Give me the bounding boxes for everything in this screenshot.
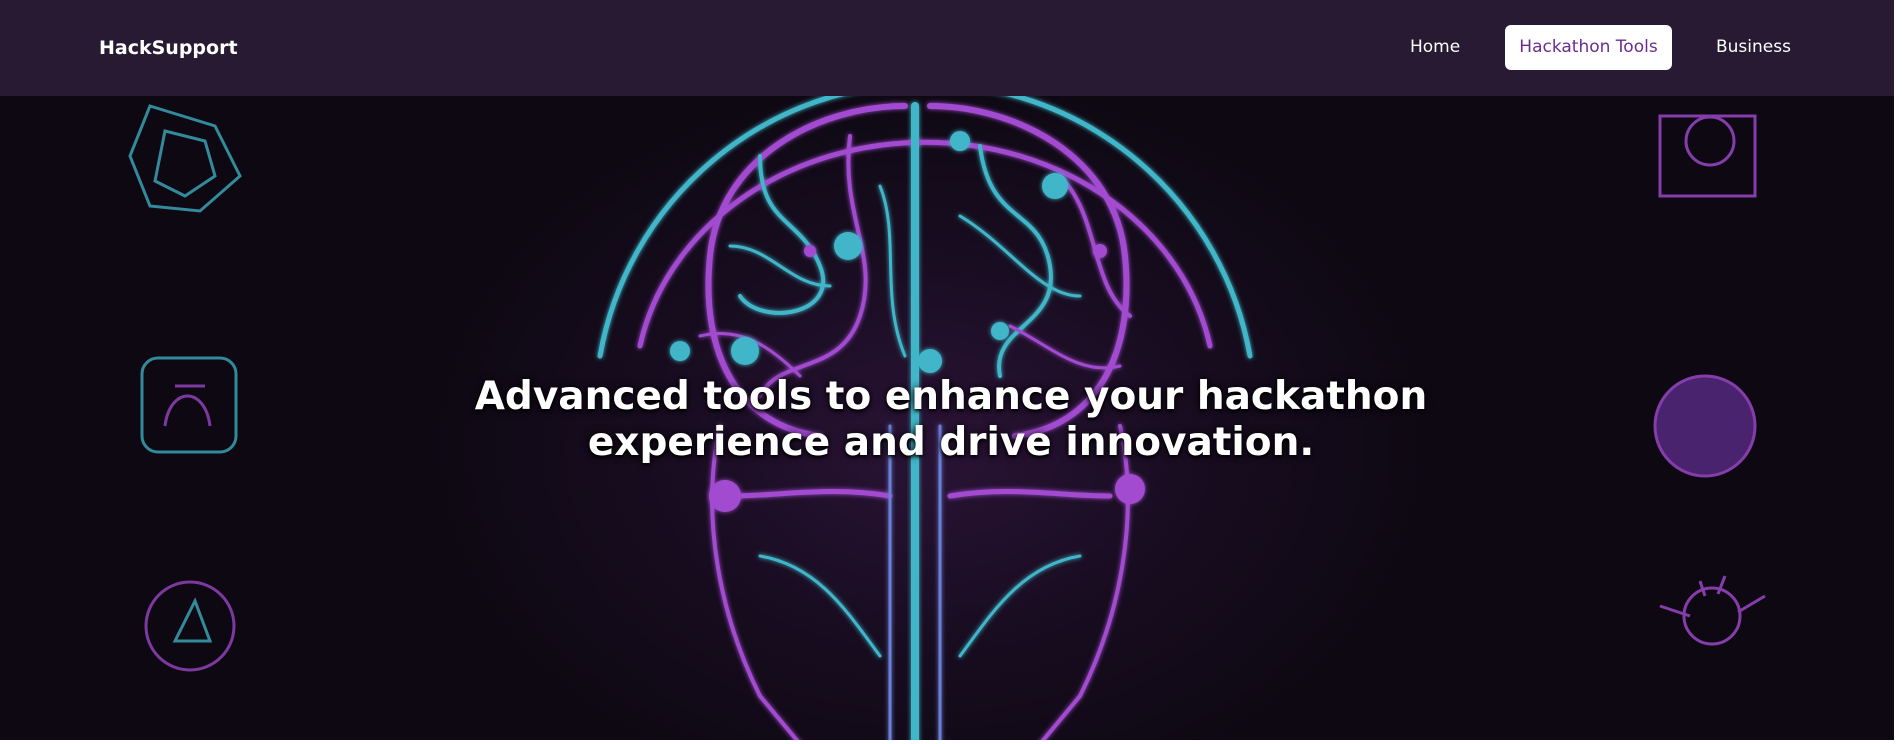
nav-home[interactable]: Home <box>1410 25 1460 70</box>
hero-section: Advanced tools to enhance your hackathon… <box>0 96 1902 744</box>
page-bottom-edge <box>0 740 1902 744</box>
hero-title-line-2: experience and drive innovation. <box>587 420 1315 465</box>
nav-business[interactable]: Business <box>1716 25 1791 70</box>
hero-title: Advanced tools to enhance your hackathon… <box>0 374 1902 466</box>
hero-title-line-1: Advanced tools to enhance your hackathon <box>474 374 1428 419</box>
nav-hackathon-tools[interactable]: Hackathon Tools <box>1505 25 1672 70</box>
page: HackSupport Home Hackathon Tools Busines… <box>0 0 1902 744</box>
brand-logo[interactable]: HackSupport <box>99 37 238 59</box>
navbar: HackSupport Home Hackathon Tools Busines… <box>0 0 1902 96</box>
scrollbar-edge <box>1894 0 1902 744</box>
